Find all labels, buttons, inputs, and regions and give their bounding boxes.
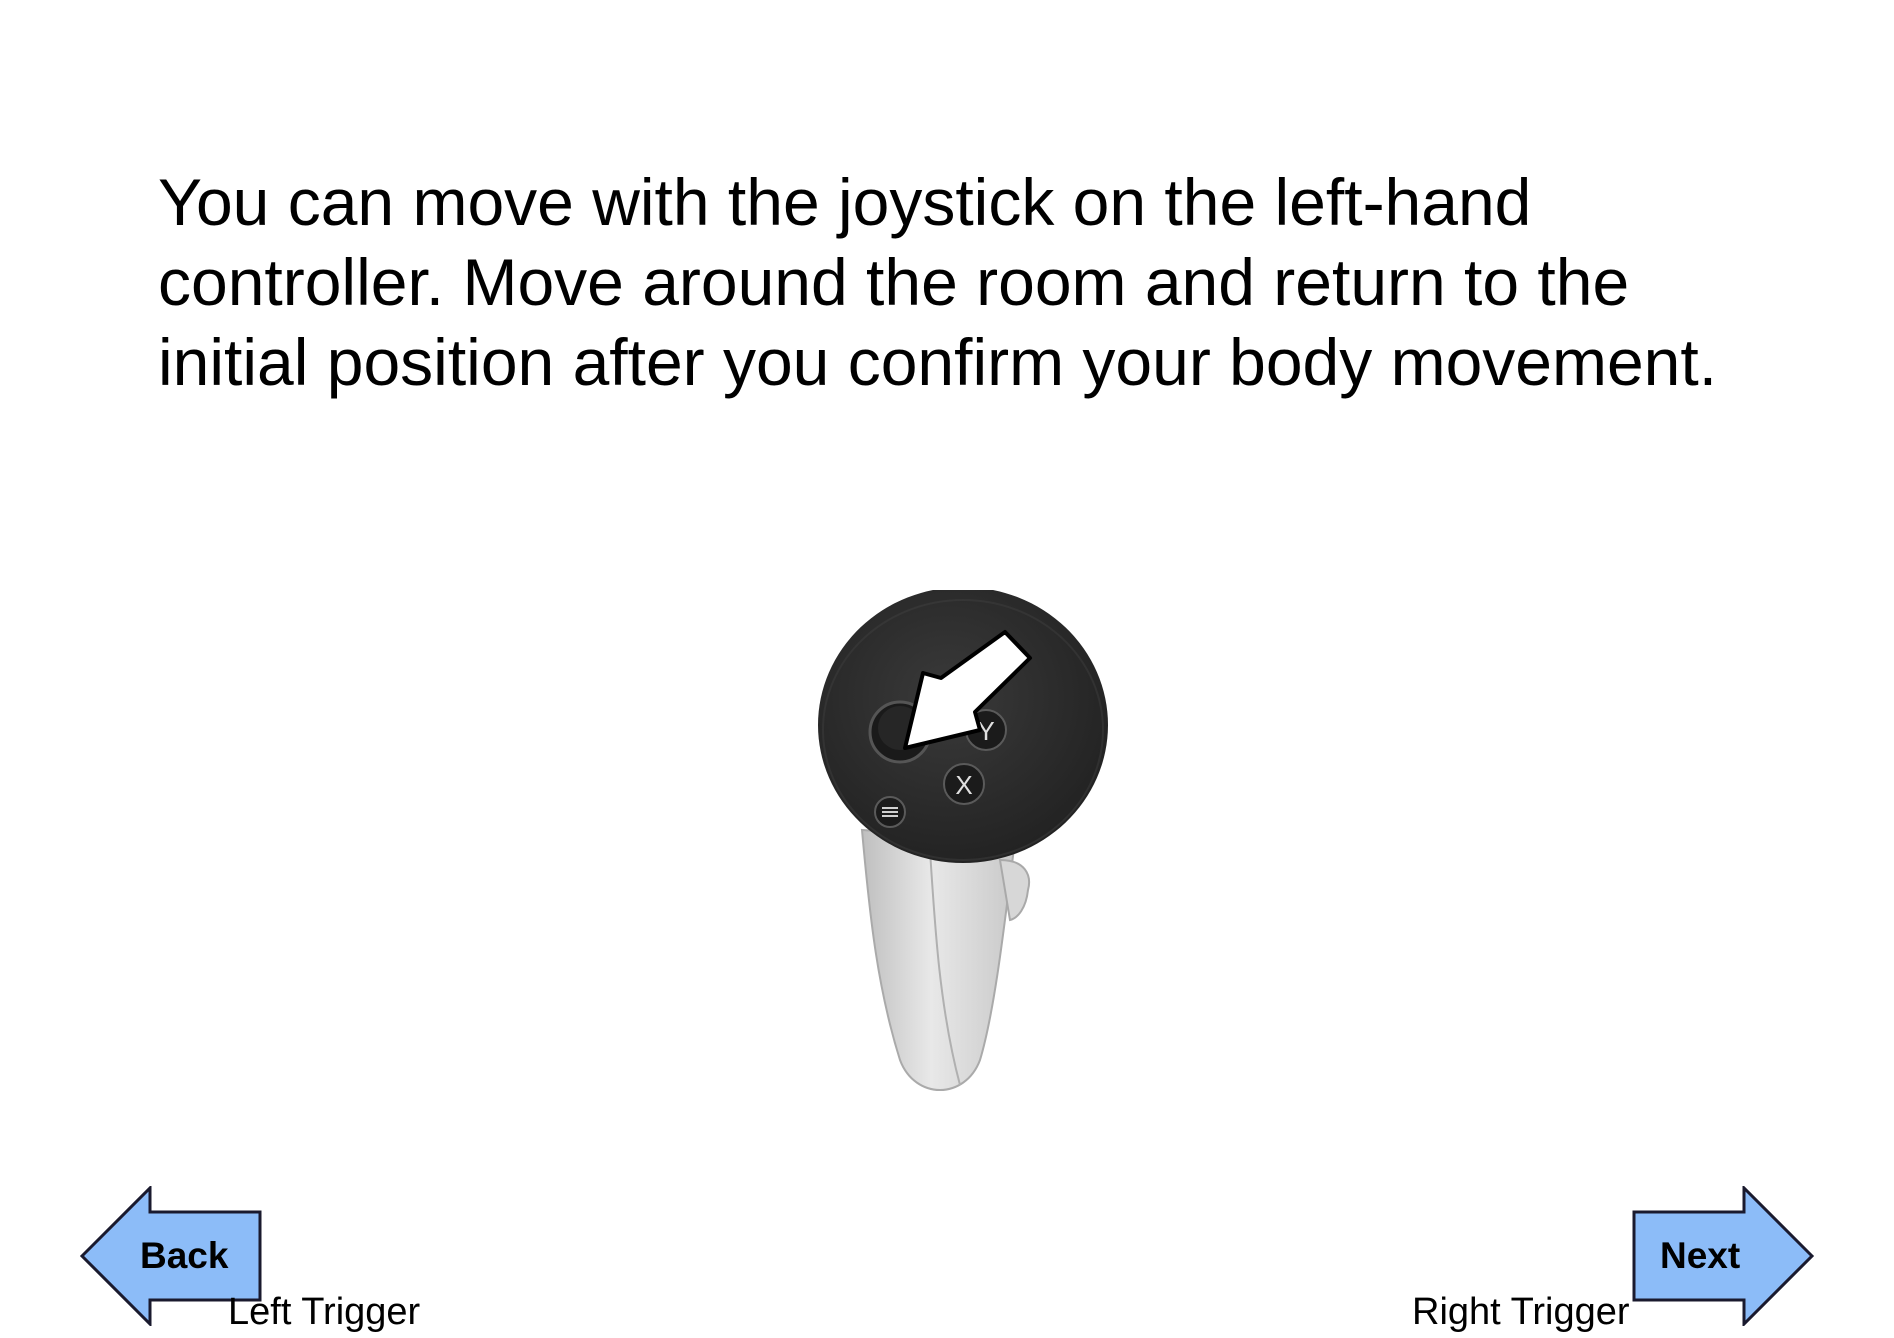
next-label: Next — [1660, 1235, 1741, 1276]
button-x: X — [943, 763, 985, 805]
back-label: Back — [140, 1235, 229, 1276]
right-trigger-label: Right Trigger — [1412, 1291, 1630, 1333]
left-controller-illustration: Y X — [800, 587, 1120, 1110]
left-trigger-label: Left Trigger — [228, 1291, 421, 1333]
menu-icon — [874, 796, 906, 828]
svg-text:X: X — [955, 770, 972, 800]
controller-handle — [860, 828, 1030, 1091]
next-button[interactable]: Next — [1630, 1186, 1814, 1326]
instruction-text: You can move with the joystick on the le… — [158, 165, 1718, 399]
